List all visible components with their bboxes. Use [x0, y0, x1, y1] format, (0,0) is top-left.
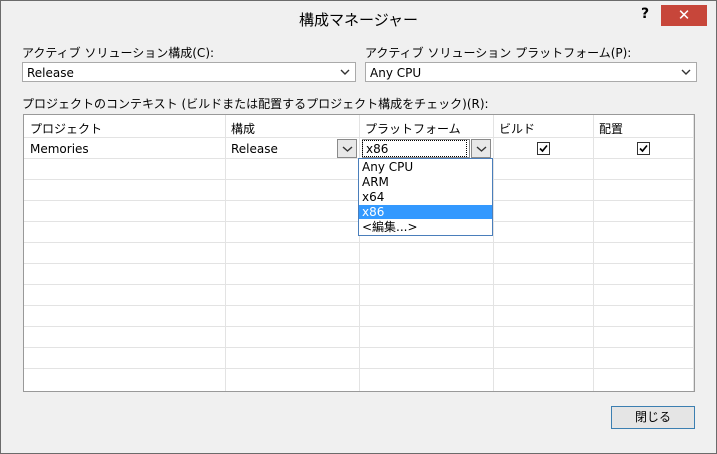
chevron-down-icon	[342, 146, 353, 152]
platform-focus-indicator	[362, 140, 467, 157]
dialog-title: 構成マネージャー	[299, 11, 418, 29]
column-header-config[interactable]: 構成	[231, 120, 255, 137]
grid-row-divider	[24, 347, 694, 348]
title-bar: 構成マネージャー ? ✕	[1, 1, 716, 35]
help-button[interactable]: ?	[641, 6, 649, 22]
platform-option-arm[interactable]: ARM	[359, 175, 492, 189]
checkmark-icon	[639, 144, 648, 153]
grid-column-divider	[693, 115, 694, 391]
platform-option-edit[interactable]: <編集...>	[359, 220, 492, 234]
column-header-build[interactable]: ビルド	[499, 120, 535, 137]
project-context-grid: プロジェクト 構成 プラットフォーム ビルド 配置 Memories Relea…	[23, 114, 695, 392]
close-window-button[interactable]: ✕	[661, 5, 707, 26]
configuration-manager-dialog: 構成マネージャー ? ✕ アクティブ ソリューション構成(C): Release…	[0, 0, 717, 454]
column-header-platform[interactable]: プラットフォーム	[365, 120, 461, 137]
build-checkbox[interactable]	[537, 142, 550, 155]
grid-column-divider	[593, 115, 594, 391]
close-button[interactable]: 閉じる	[611, 406, 695, 429]
active-platform-select[interactable]: Any CPU	[365, 62, 697, 82]
column-header-deploy[interactable]: 配置	[599, 120, 623, 137]
active-platform-value: Any CPU	[370, 66, 422, 80]
project-context-label: プロジェクトのコンテキスト (ビルドまたは配置するプロジェクト構成をチェック)(…	[22, 97, 489, 111]
grid-column-divider	[225, 115, 226, 391]
grid-header-row: プロジェクト 構成 プラットフォーム ビルド 配置	[24, 115, 694, 139]
platform-option-any-cpu[interactable]: Any CPU	[359, 160, 492, 174]
grid-row-divider	[24, 305, 694, 306]
chevron-down-icon	[681, 69, 691, 75]
config-cell-value: Release	[231, 142, 278, 156]
config-dropdown-button[interactable]	[337, 139, 357, 158]
active-config-select[interactable]: Release	[22, 62, 356, 82]
active-config-value: Release	[27, 66, 74, 80]
active-config-label: アクティブ ソリューション構成(C):	[22, 46, 215, 60]
grid-row-divider	[24, 326, 694, 327]
grid-row-divider	[24, 242, 694, 243]
chevron-down-icon	[340, 69, 350, 75]
grid-column-divider	[493, 115, 494, 391]
deploy-checkbox[interactable]	[637, 142, 650, 155]
chevron-down-icon	[476, 146, 487, 152]
platform-dropdown-list: Any CPU ARM x64 x86 <編集...>	[358, 158, 493, 236]
grid-row-divider	[24, 284, 694, 285]
platform-option-x64[interactable]: x64	[359, 190, 492, 204]
checkmark-icon	[539, 144, 548, 153]
platform-option-x86[interactable]: x86	[359, 205, 492, 219]
active-platform-label: アクティブ ソリューション プラットフォーム(P):	[365, 46, 632, 60]
column-header-project[interactable]: プロジェクト	[30, 120, 102, 137]
grid-row-divider	[24, 263, 694, 264]
platform-dropdown-button[interactable]	[471, 139, 491, 158]
project-name-cell: Memories	[30, 142, 89, 156]
grid-row-divider	[24, 368, 694, 369]
grid-column-divider	[359, 115, 360, 391]
